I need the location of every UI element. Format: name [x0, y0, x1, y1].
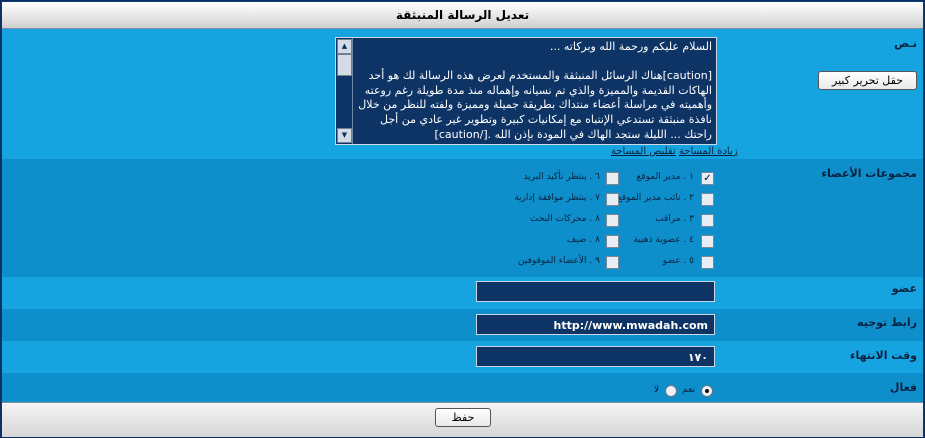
group-checkbox-4[interactable]: [701, 235, 714, 248]
group-checkbox-10[interactable]: [606, 256, 619, 269]
group-label-6: ٦ . ينتظر تأكيد البريد: [523, 172, 600, 182]
redirect-label: رابط توجيه: [857, 316, 917, 329]
message-text[interactable]: السلام عليكم ورحمة الله وبركاته ... [cau…: [354, 40, 712, 142]
groups-row: مجموعات الأعضاء: [2, 159, 923, 277]
scroll-down-icon[interactable]: ▼: [337, 128, 352, 143]
group-checkbox-3[interactable]: [701, 214, 714, 227]
active-row: فعال: [2, 373, 923, 402]
end-time-label: وقت الانتهاء: [849, 349, 917, 362]
member-input[interactable]: [476, 281, 715, 302]
group-label-8: ٨ . محركات البحث: [530, 214, 600, 224]
groups-label: مجموعات الأعضاء: [821, 167, 917, 180]
group-label-9: ٨ . ضيف: [566, 235, 600, 245]
group-checkbox-2[interactable]: [701, 193, 714, 206]
increase-area-link[interactable]: زيادة المساحة: [679, 146, 738, 157]
active-yes-label: نعم: [682, 385, 695, 395]
group-checkbox-6[interactable]: [606, 172, 619, 185]
text-label: نـص: [894, 37, 917, 50]
big-editor-button[interactable]: حقل تحرير كبير: [818, 71, 917, 90]
active-yes-radio[interactable]: [701, 385, 713, 397]
scroll-up-icon[interactable]: ▲: [337, 39, 352, 54]
group-label-2: ٢ . نائب مدير الموقع: [617, 193, 694, 203]
scroll-thumb[interactable]: [337, 54, 352, 76]
active-label: فعال: [889, 381, 917, 394]
active-no-label: لا: [653, 385, 659, 395]
group-label-4: ٤ . عضوية ذهبية: [633, 235, 694, 245]
group-checkbox-5[interactable]: [701, 256, 714, 269]
redirect-row: رابط توجيه: [2, 309, 923, 341]
page-title: تعديل الرسالة المنبثقة: [2, 2, 923, 29]
edit-popup-message-window: تعديل الرسالة المنبثقة نـص ▲ ▼ السلام عل…: [0, 0, 925, 438]
resize-links: زيادة المساحة تقليص المساحة: [611, 146, 738, 157]
group-label-10: ٩ . الأعضاء الموقوفين: [518, 256, 600, 266]
end-time-input[interactable]: ١٧٠: [476, 346, 715, 367]
redirect-url-input[interactable]: http://www.mwadah.com: [476, 314, 715, 335]
member-label: عضو: [891, 282, 917, 295]
decrease-area-link[interactable]: تقليص المساحة: [611, 146, 676, 157]
textarea-scrollbar[interactable]: ▲ ▼: [336, 38, 353, 144]
group-checkbox-1[interactable]: ✓: [701, 172, 714, 185]
active-no-radio[interactable]: [665, 385, 677, 397]
member-row: عضو: [2, 277, 923, 309]
group-label-7: ٧ . ينتظر موافقة إدارية: [514, 193, 600, 203]
group-checkbox-7[interactable]: [606, 193, 619, 206]
group-label-3: ٣ . مراقب: [655, 214, 694, 224]
group-checkbox-9[interactable]: [606, 235, 619, 248]
group-checkbox-8[interactable]: [606, 214, 619, 227]
group-label-1: ١ . مدير الموقع: [636, 172, 695, 182]
message-textarea[interactable]: ▲ ▼ السلام عليكم ورحمة الله وبركاته ... …: [335, 37, 717, 145]
end-time-row: وقت الانتهاء: [2, 341, 923, 373]
save-button[interactable]: حفظ: [435, 408, 491, 427]
group-label-5: ٥ . عضو: [662, 256, 694, 266]
